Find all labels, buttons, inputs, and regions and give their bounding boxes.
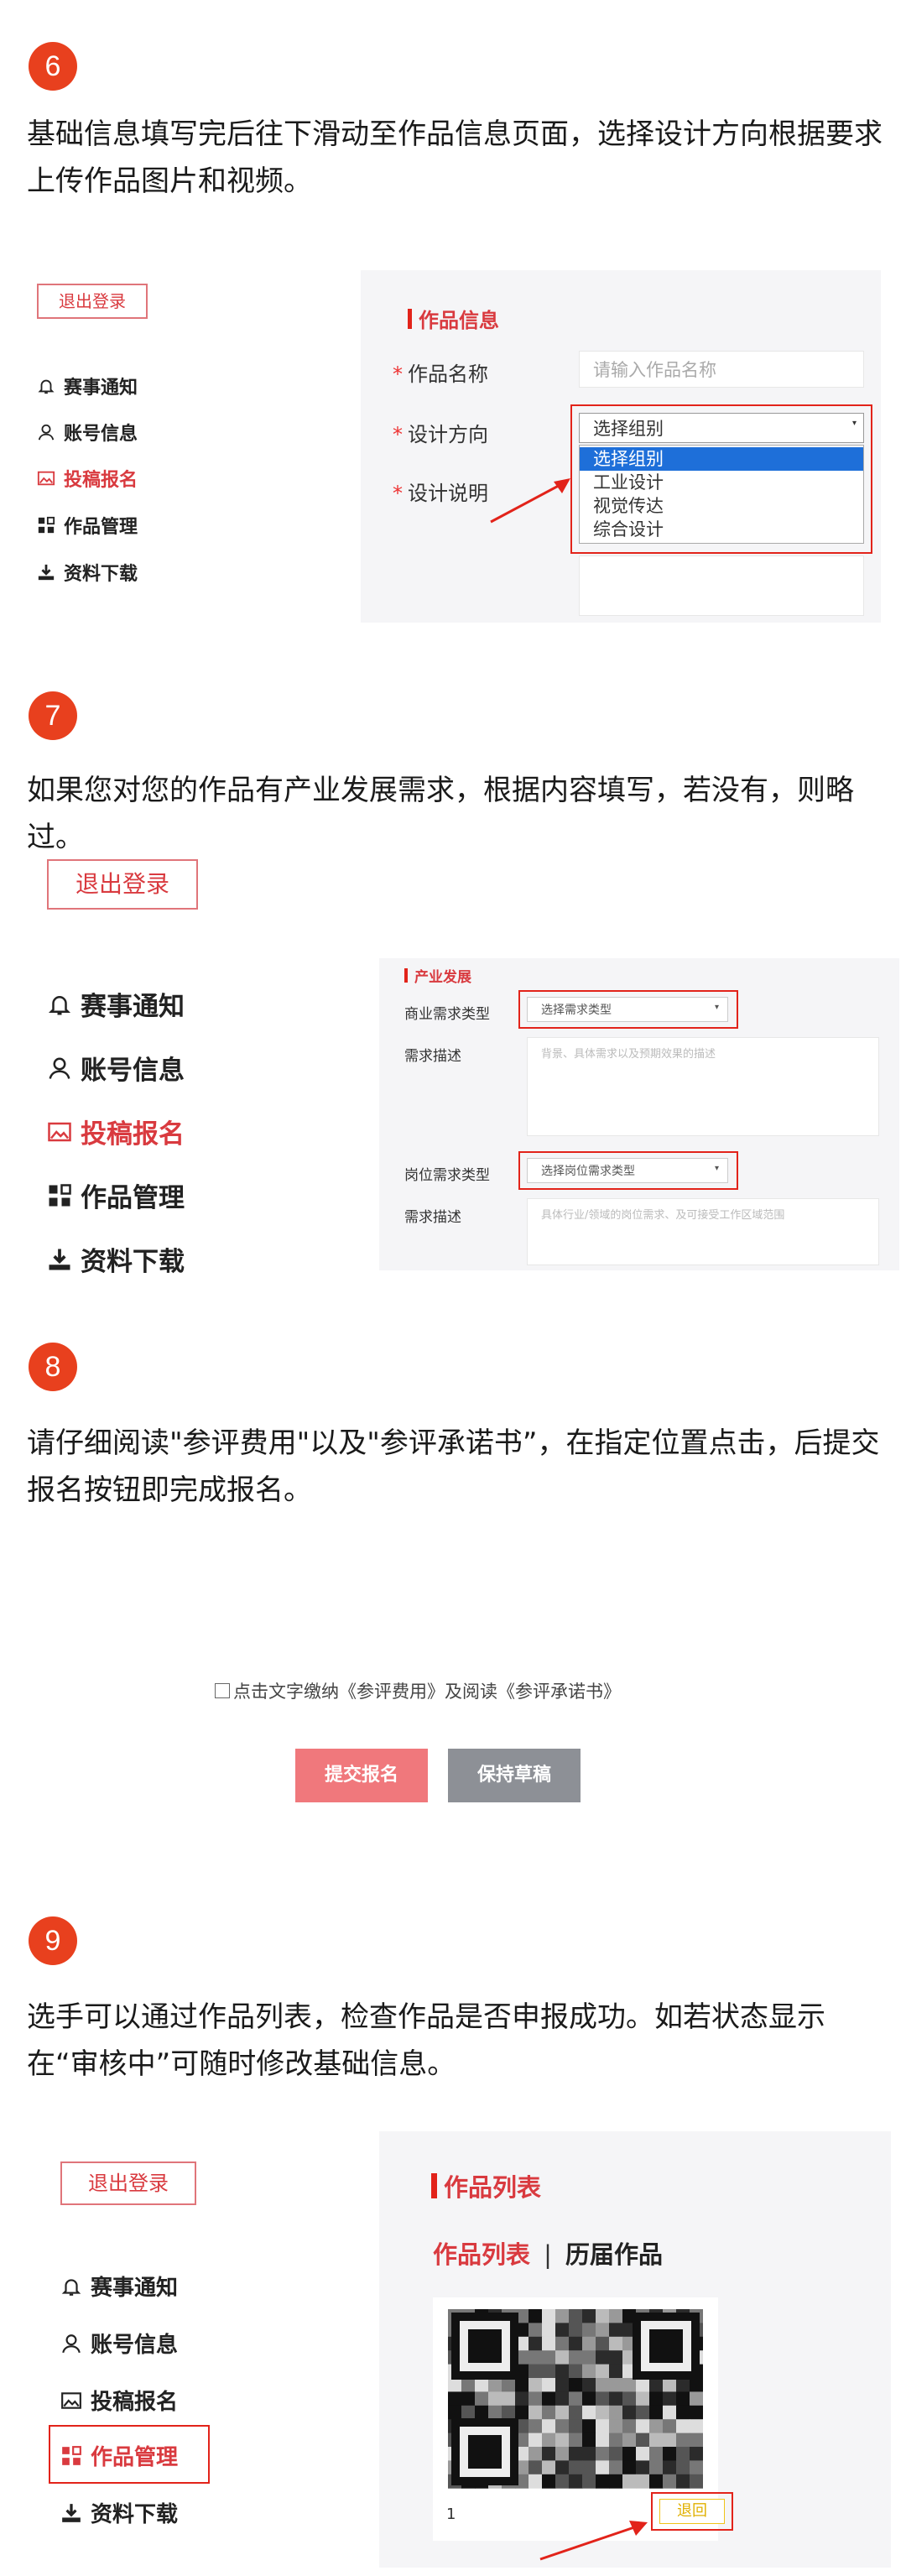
biz-type-select[interactable]: 选择需求类型 ▾ [527,997,728,1022]
sidebar-item-label: 资料下载 [64,564,138,585]
sidebar-item-label: 赛事通知 [91,2276,179,2301]
step-7-description: 如果您对您的作品有产业发展需求，根据内容填写，若没有，则略过。 [27,774,854,854]
grid-icon [37,516,55,534]
sidebar-item-submit-entry[interactable]: 投稿报名 [60,2385,178,2416]
save-draft-button[interactable]: 保持草稿 [448,1749,581,1802]
sidebar-item-account[interactable]: 账号信息 [60,2328,178,2359]
work-list-tabs: 作品列表 | 历届作品 [433,2235,663,2271]
dropdown-option[interactable]: 综合设计 [580,518,863,541]
submit-button[interactable]: 提交报名 [295,1749,428,1802]
work-name-label: * 作品名称 [393,362,488,386]
biz-desc-label: 需求描述 [404,1048,461,1065]
chevron-down-icon: ▾ [851,419,857,428]
user-icon [47,1056,72,1081]
sidebar-item-submit-entry[interactable]: 投稿报名 [47,1113,185,1150]
design-direction-label: * 设计方向 [393,423,488,446]
sidebar-item-label: 资料下载 [91,2502,179,2527]
sidebar-item-label: 投稿报名 [81,1119,185,1150]
sidebar-item-label: 投稿报名 [64,470,138,491]
step-8-description: 请仔细阅读"参评费用"以及"参评承诺书”，在指定位置点击，后提交报名按钮即完成报… [27,1426,880,1507]
section-title-work-info: 作品信息 [408,304,499,333]
job-type-select[interactable]: 选择岗位需求类型 ▾ [527,1158,728,1183]
sidebar-item-download[interactable]: 资料下载 [60,2497,178,2528]
job-type-label: 岗位需求类型 [404,1167,490,1184]
section-title-industry: 产业发展 [404,965,471,986]
return-button[interactable]: 退回 [659,2499,725,2524]
sidebar-item-notice[interactable]: 赛事通知 [37,373,138,399]
sidebar-item-label: 赛事通知 [81,992,185,1022]
chevron-down-icon: ▾ [714,1003,719,1012]
step-badge-9: 9 [29,1916,77,1965]
design-description-label: * 设计说明 [393,482,488,505]
sidebar-item-account[interactable]: 账号信息 [47,1049,185,1087]
sidebar-item-label: 账号信息 [81,1056,185,1086]
pointer-arrow [490,478,570,524]
bell-icon [47,992,72,1017]
sidebar-item-submit-entry[interactable]: 投稿报名 [37,465,138,492]
bell-icon [37,377,55,395]
sidebar-item-label: 账号信息 [91,2333,179,2358]
job-desc-label: 需求描述 [404,1209,461,1226]
work-name-input[interactable]: 请输入作品名称 [579,351,864,388]
work-index: 1 [446,2506,456,2523]
logout-button[interactable]: 退出登录 [60,2161,196,2205]
design-direction-dropdown: 选择组别 工业设计 视觉传达 综合设计 [579,445,864,544]
section-title-work-list: 作品列表 [431,2168,541,2203]
sidebar-item-label: 作品管理 [81,1183,185,1213]
bell-icon [60,2276,82,2297]
biz-desc-textarea[interactable]: 背景、具体需求以及预期效果的描述 [527,1037,879,1136]
image-icon [37,469,55,488]
sidebar-item-notice[interactable]: 赛事通知 [47,985,185,1023]
design-direction-select[interactable]: 选择组别 ▾ [579,413,864,443]
logout-button[interactable]: 退出登录 [37,284,148,319]
step-9-description: 选手可以通过作品列表，检查作品是否申报成功。如若状态显示在“审核中”可随时修改基… [27,2000,825,2081]
sidebar-item-label: 投稿报名 [91,2390,179,2415]
sidebar-item-download[interactable]: 资料下载 [47,1240,185,1278]
pointer-arrow [539,2521,648,2561]
step-6-description: 基础信息填写完后往下滑动至作品信息页面，选择设计方向根据要求上传作品图片和视频。 [27,117,883,198]
sidebar-item-works[interactable]: 作品管理 [47,1176,185,1214]
grid-icon [47,1183,72,1208]
sidebar-item-label: 账号信息 [64,424,138,445]
tab-past-works[interactable]: 历届作品 [565,2240,663,2269]
work-thumbnail-qr [448,2309,703,2489]
sidebar-item-label: 作品管理 [91,2445,179,2470]
sidebar-item-works[interactable]: 作品管理 [60,2440,178,2471]
dropdown-option[interactable]: 工业设计 [580,471,863,494]
agreement-row: 点击文字缴纳《参评费用》及阅读《参评承诺书》 [215,1678,621,1703]
step-badge-8: 8 [29,1343,77,1391]
dropdown-option[interactable]: 视觉传达 [580,494,863,518]
chevron-down-icon: ▾ [714,1164,719,1173]
step-badge-7: 7 [29,691,77,740]
sidebar-item-notice[interactable]: 赛事通知 [60,2271,178,2302]
sidebar-item-label: 资料下载 [81,1247,185,1277]
tab-separator: | [544,2240,552,2269]
grid-icon [60,2445,82,2467]
sidebar-item-account[interactable]: 账号信息 [37,419,138,446]
job-desc-textarea[interactable]: 具体行业/领域的岗位需求、及可接受工作区域范围 [527,1198,879,1265]
sidebar-item-label: 作品管理 [64,517,138,538]
download-icon [37,563,55,581]
user-icon [60,2333,82,2354]
sidebar-item-download[interactable]: 资料下载 [37,559,138,586]
logout-button[interactable]: 退出登录 [47,859,198,910]
image-icon [47,1119,72,1145]
agreement-checkbox[interactable] [215,1683,230,1698]
agreement-text[interactable]: 点击文字缴纳《参评费用》及阅读《参评承诺书》 [233,1678,621,1703]
download-icon [60,2502,82,2524]
tab-work-list[interactable]: 作品列表 [433,2240,530,2269]
image-icon [60,2390,82,2412]
dropdown-option[interactable]: 选择组别 [580,447,863,471]
download-icon [47,1247,72,1272]
biz-type-label: 商业需求类型 [404,1006,490,1023]
step-badge-6: 6 [29,42,77,91]
design-description-textarea[interactable] [579,555,864,616]
user-icon [37,423,55,441]
sidebar-item-works[interactable]: 作品管理 [37,512,138,539]
sidebar-item-label: 赛事通知 [64,378,138,399]
